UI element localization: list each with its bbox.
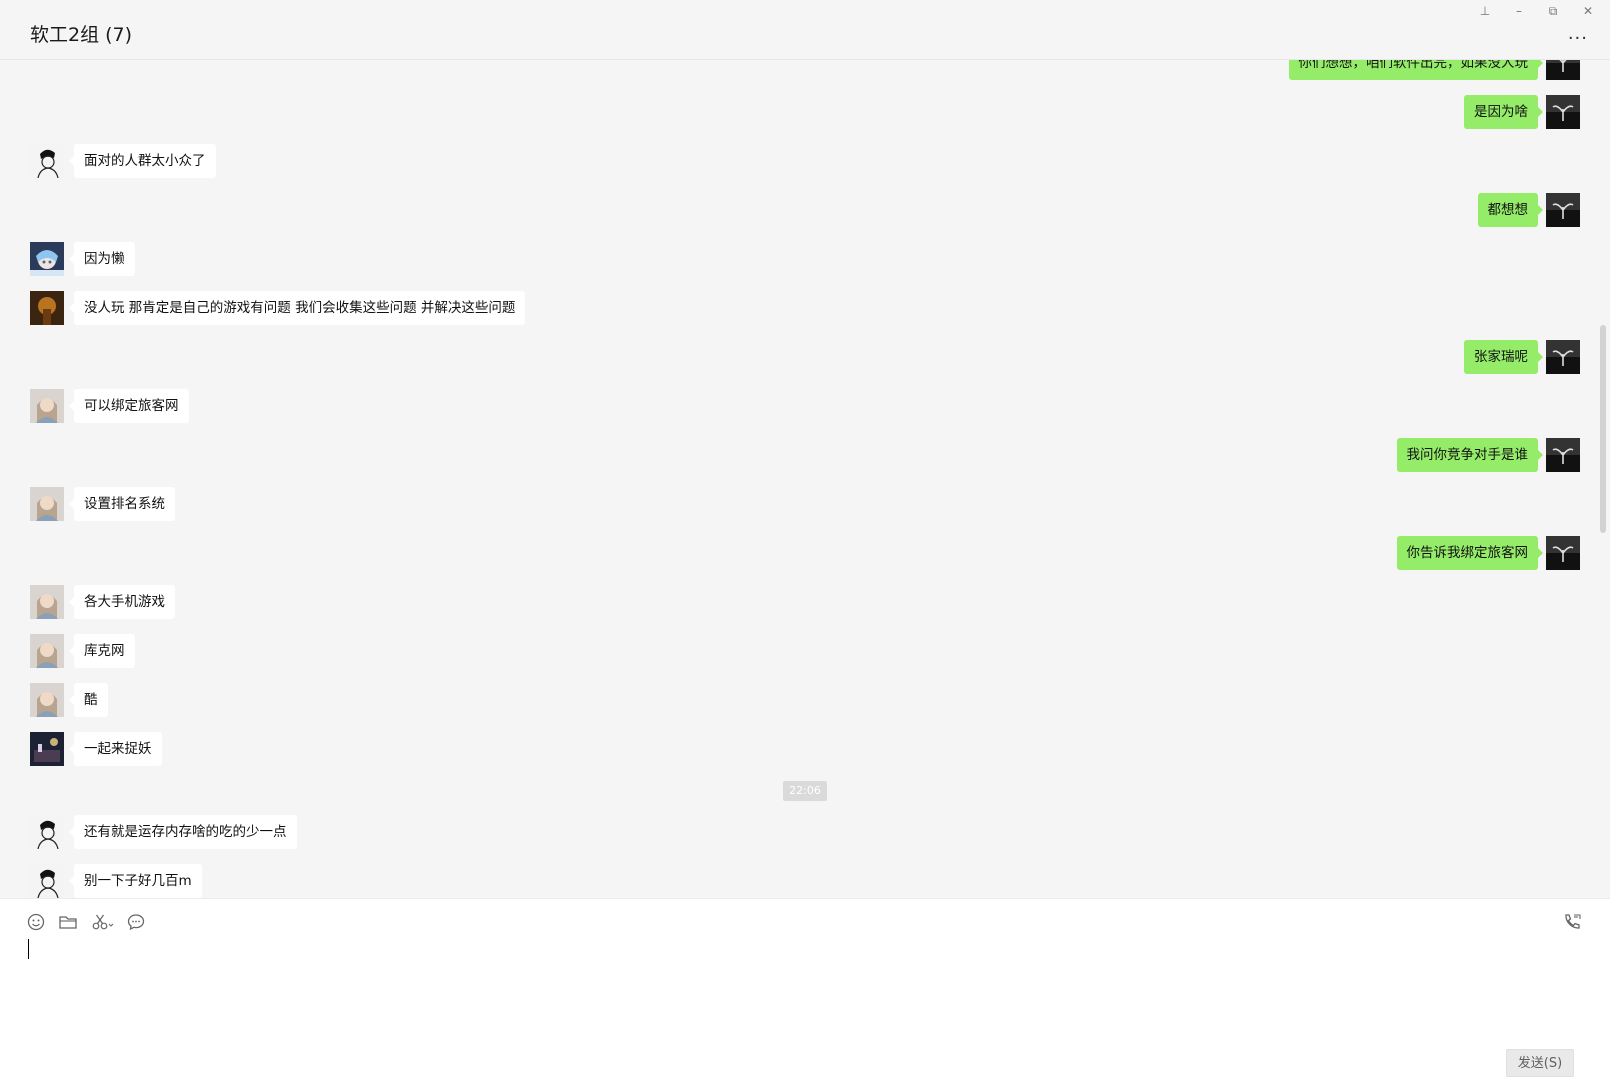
avatar[interactable] <box>1546 536 1580 570</box>
message-list[interactable]: 你们想想，咱们软件出完，如果没人玩 是因为啥 面对的人群太小众了 都想想 因为懒… <box>0 60 1610 898</box>
message-bubble[interactable]: 一起来捉妖 <box>69 732 162 766</box>
avatar[interactable] <box>30 683 64 717</box>
text-input-caret[interactable] <box>28 939 29 959</box>
message-row: 别一下子好几百m <box>0 864 1610 898</box>
emoji-icon[interactable] <box>25 911 47 933</box>
avatar[interactable] <box>30 815 64 849</box>
message-row: 可以绑定旅客网 <box>0 389 1610 423</box>
message-row: 因为懒 <box>0 242 1610 276</box>
avatar[interactable] <box>30 487 64 521</box>
message-row: 都想想 <box>0 193 1610 227</box>
chat-title: 软工2组 (7) <box>30 24 133 46</box>
message-bubble[interactable]: 设置排名系统 <box>69 487 175 521</box>
avatar[interactable] <box>30 634 64 668</box>
avatar[interactable] <box>30 732 64 766</box>
avatar[interactable] <box>1546 340 1580 374</box>
avatar[interactable] <box>1546 193 1580 227</box>
message-bubble[interactable]: 各大手机游戏 <box>69 585 175 619</box>
message-bubble[interactable]: 都想想 <box>1477 193 1543 227</box>
message-bubble[interactable]: 可以绑定旅客网 <box>69 389 189 423</box>
message-row: 张家瑞呢 <box>0 340 1610 374</box>
timestamp: 22:06 <box>783 781 827 801</box>
avatar[interactable] <box>1546 438 1580 472</box>
message-row: 没人玩 那肯定是自己的游戏有问题 我们会收集这些问题 并解决这些问题 <box>0 291 1610 325</box>
message-bubble[interactable]: 你们想想，咱们软件出完，如果没人玩 <box>1288 60 1543 80</box>
message-bubble[interactable]: 没人玩 那肯定是自己的游戏有问题 我们会收集这些问题 并解决这些问题 <box>68 291 526 325</box>
avatar[interactable] <box>30 585 64 619</box>
restore-icon[interactable]: ⧉ <box>1545 4 1561 18</box>
message-row: 设置排名系统 <box>0 487 1610 521</box>
message-row: 还有就是运存内存啥的吃的少一点 <box>0 815 1610 849</box>
send-button[interactable]: 发送(S) <box>1506 1049 1574 1077</box>
avatar[interactable] <box>30 389 64 423</box>
message-bubble[interactable]: 还有就是运存内存啥的吃的少一点 <box>69 815 297 849</box>
chat-history-icon[interactable] <box>125 911 147 933</box>
avatar[interactable] <box>30 291 64 325</box>
avatar[interactable] <box>30 144 64 178</box>
message-bubble[interactable]: 是因为啥 <box>1464 95 1543 129</box>
message-bubble[interactable]: 你告诉我绑定旅客网 <box>1396 536 1543 570</box>
message-bubble[interactable]: 库克网 <box>69 634 135 668</box>
pin-icon[interactable]: ⊥ <box>1477 4 1493 18</box>
avatar[interactable] <box>30 864 64 898</box>
message-row: 库克网 <box>0 634 1610 668</box>
message-row: 酷 <box>0 683 1610 717</box>
avatar[interactable] <box>1546 95 1580 129</box>
avatar[interactable] <box>1546 60 1580 80</box>
message-bubble[interactable]: 酷 <box>69 683 108 717</box>
folder-icon[interactable] <box>57 911 79 933</box>
message-bubble[interactable]: 我问你竞争对手是谁 <box>1396 438 1543 472</box>
chat-header: 软工2组 (7) ⊥ – ⧉ ✕ ··· <box>0 0 1610 60</box>
phone-call-icon[interactable] <box>1561 911 1583 933</box>
message-row: 我问你竞争对手是谁 <box>0 438 1610 472</box>
message-row: 你告诉我绑定旅客网 <box>0 536 1610 570</box>
message-row: 你们想想，咱们软件出完，如果没人玩 <box>0 60 1610 80</box>
scissors-icon[interactable] <box>90 911 114 933</box>
avatar[interactable] <box>30 242 64 276</box>
close-icon[interactable]: ✕ <box>1580 4 1596 18</box>
message-bubble[interactable]: 因为懒 <box>69 242 135 276</box>
message-bubble[interactable]: 面对的人群太小众了 <box>69 144 216 178</box>
more-options-icon[interactable]: ··· <box>1568 30 1588 48</box>
message-row: 一起来捉妖 <box>0 732 1610 766</box>
input-area[interactable]: 发送(S) <box>0 898 1610 1080</box>
message-bubble[interactable]: 别一下子好几百m <box>69 864 202 898</box>
scrollbar[interactable] <box>1600 325 1606 533</box>
message-row: 各大手机游戏 <box>0 585 1610 619</box>
message-row: 面对的人群太小众了 <box>0 144 1610 178</box>
minimize-icon[interactable]: – <box>1511 4 1527 18</box>
message-bubble[interactable]: 张家瑞呢 <box>1464 340 1543 374</box>
message-row: 是因为啥 <box>0 95 1610 129</box>
